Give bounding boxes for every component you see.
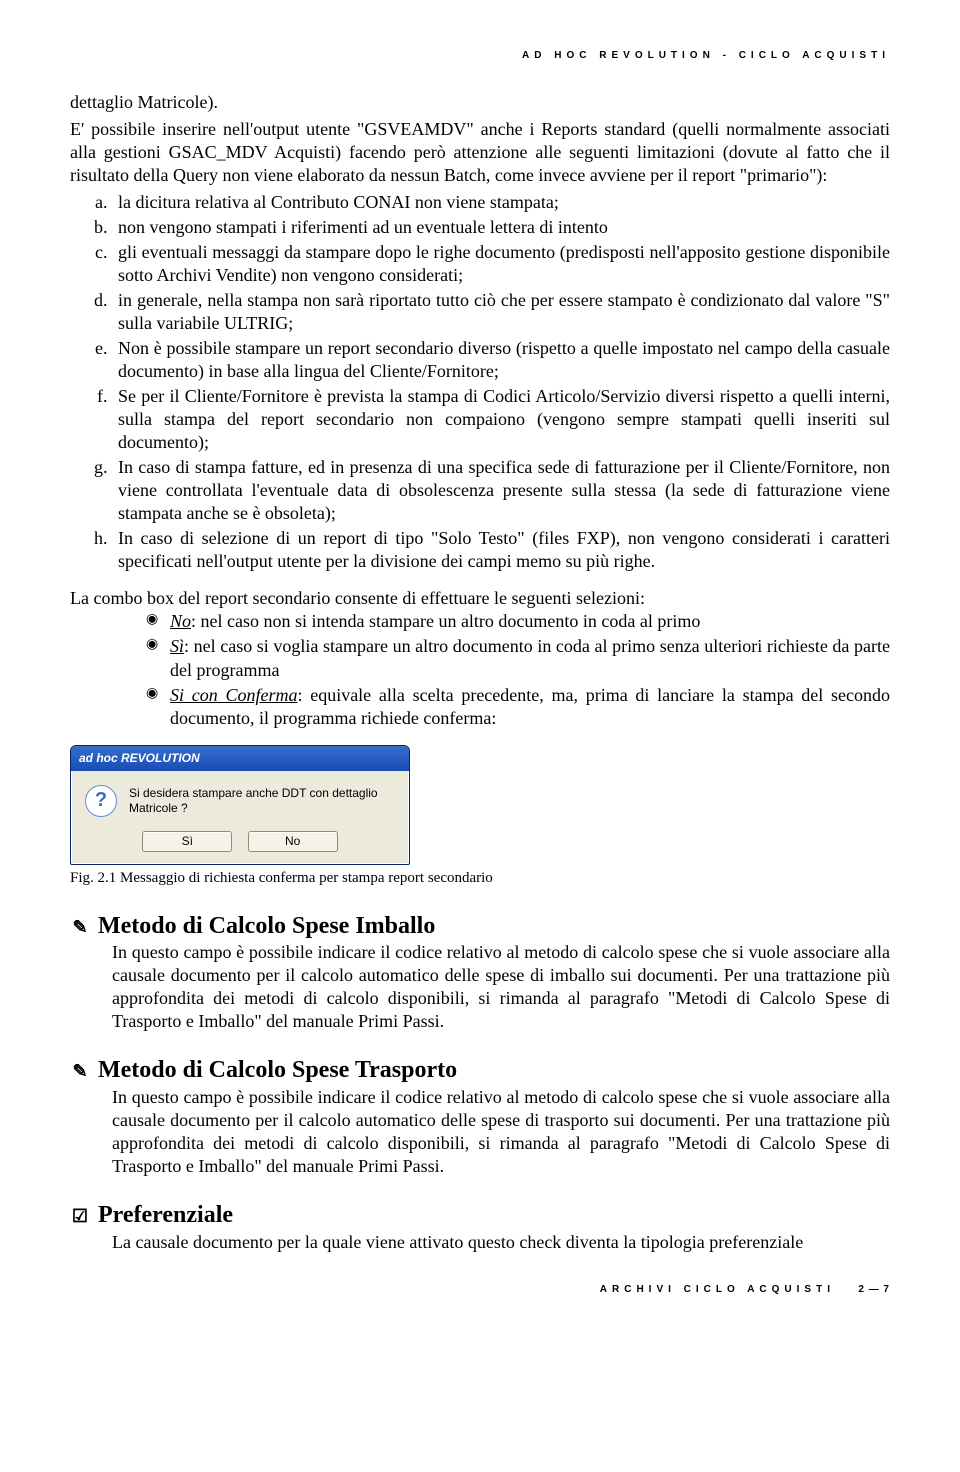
option-label: Sì: [170, 636, 184, 656]
checkbox-icon: [70, 1200, 90, 1231]
question-icon: ?: [85, 785, 117, 817]
page-number: 2 — 7: [858, 1284, 890, 1295]
list-item: No: nel caso non si intenda stampare un …: [150, 610, 890, 633]
confirm-dialog: ad hoc REVOLUTION ? Si desidera stampare…: [70, 745, 410, 866]
combo-intro: La combo box del report secondario conse…: [70, 587, 890, 610]
section-preferenziale: Preferenziale La causale documento per l…: [70, 1200, 890, 1254]
dialog-figure: ad hoc REVOLUTION ? Si desidera stampare…: [70, 745, 890, 889]
dialog-title: ad hoc REVOLUTION: [71, 746, 409, 771]
figure-caption: Fig. 2.1 Messaggio di richiesta conferma…: [70, 869, 890, 888]
section-body: In questo campo è possibile indicare il …: [70, 1086, 890, 1178]
list-item: Sì: nel caso si voglia stampare un altro…: [150, 635, 890, 681]
pencil-icon: [70, 911, 90, 942]
section-imballo: Metodo di Calcolo Spese Imballo In quest…: [70, 911, 890, 1034]
option-label: Si con Conferma: [170, 685, 297, 705]
list-item: gli eventuali messaggi da stampare dopo …: [112, 241, 890, 287]
pencil-icon: [70, 1055, 90, 1086]
section-heading: Preferenziale: [98, 1200, 233, 1231]
intro-fragment: dettaglio Matricole).: [70, 91, 890, 114]
option-label: No: [170, 611, 191, 631]
dialog-message: Si desidera stampare anche DDT con detta…: [129, 786, 395, 817]
page-header: AD HOC REVOLUTION - CICLO ACQUISTI: [70, 50, 890, 63]
page-footer: ARCHIVI CICLO ACQUISTI 2 — 7: [70, 1284, 890, 1297]
option-text: : nel caso si voglia stampare un altro d…: [170, 636, 890, 679]
list-item: la dicitura relativa al Contributo CONAI…: [112, 191, 890, 214]
yes-button[interactable]: Sì: [142, 831, 232, 852]
list-item: in generale, nella stampa non sarà ripor…: [112, 289, 890, 335]
bullet-list: No: nel caso non si intenda stampare un …: [70, 610, 890, 729]
footer-text: ARCHIVI CICLO ACQUISTI: [600, 1284, 835, 1295]
intro-paragraph: E' possibile inserire nell'output utente…: [70, 118, 890, 187]
section-heading: Metodo di Calcolo Spese Imballo: [98, 911, 435, 942]
option-text: : nel caso non si intenda stampare un al…: [191, 611, 700, 631]
section-heading: Metodo di Calcolo Spese Trasporto: [98, 1055, 457, 1086]
lettered-list: la dicitura relativa al Contributo CONAI…: [70, 191, 890, 574]
list-item: In caso di stampa fatture, ed in presenz…: [112, 456, 890, 525]
list-item: Non è possibile stampare un report secon…: [112, 337, 890, 383]
list-item: Se per il Cliente/Fornitore è prevista l…: [112, 385, 890, 454]
section-body: In questo campo è possibile indicare il …: [70, 941, 890, 1033]
section-trasporto: Metodo di Calcolo Spese Trasporto In que…: [70, 1055, 890, 1178]
no-button[interactable]: No: [248, 831, 338, 852]
section-body: La causale documento per la quale viene …: [70, 1231, 890, 1254]
list-item: non vengono stampati i riferimenti ad un…: [112, 216, 890, 239]
list-item: In caso di selezione di un report di tip…: [112, 527, 890, 573]
list-item: Si con Conferma: equivale alla scelta pr…: [150, 684, 890, 730]
